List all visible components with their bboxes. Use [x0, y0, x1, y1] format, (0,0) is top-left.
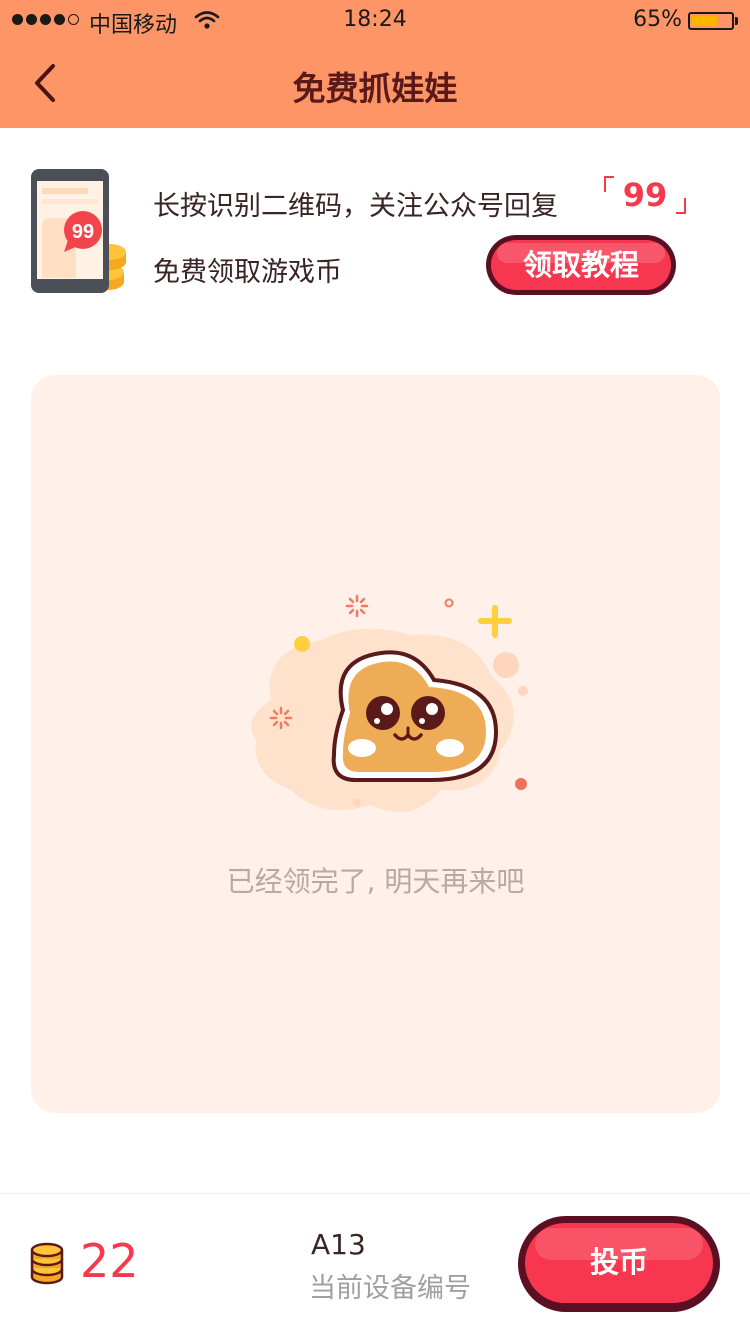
promo-reply-code: 99: [604, 174, 686, 214]
page-title: 免费抓娃娃: [292, 69, 458, 108]
device-code-label: 当前设备编号: [309, 1273, 471, 1304]
insert-coin-button-label: 投币: [589, 1245, 648, 1279]
battery-icon: [688, 12, 734, 30]
empty-state-message: 已经领完了, 明天再来吧: [226, 865, 525, 898]
nav-bar: 免费抓娃娃: [0, 40, 750, 128]
bottom-bar: 22 A13 当前设备编号 投币: [0, 1193, 750, 1335]
promo-instruction: 长按识别二维码，关注公众号回复: [153, 191, 558, 222]
coin-balance: 22: [80, 1234, 139, 1288]
header: 中国移动 18:24 65% 免费抓娃娃: [0, 0, 750, 128]
status-bar: 中国移动 18:24 65%: [0, 0, 750, 40]
reply-code-value: 99: [622, 176, 668, 214]
tutorial-button[interactable]: 领取教程: [486, 235, 676, 295]
insert-coin-button[interactable]: 投币: [518, 1216, 720, 1312]
empty-state-card: 已经领完了, 明天再来吧: [31, 375, 720, 1113]
mascot-illustration: [251, 594, 528, 813]
battery-cap: [735, 17, 738, 25]
battery-percent: 65%: [633, 7, 682, 32]
promo-subtitle: 免费领取游戏币: [153, 257, 342, 288]
coin-stack-icon: [30, 1242, 64, 1285]
promo-section: 99 长按识别二维码，关注公众号回复 99 免费领取游戏币 领取教程: [0, 128, 750, 338]
device-code: A13: [311, 1228, 366, 1261]
phone-coins-illustration: 99: [31, 169, 126, 293]
promo-badge-text: 99: [72, 221, 94, 243]
tutorial-button-label: 领取教程: [522, 248, 639, 282]
